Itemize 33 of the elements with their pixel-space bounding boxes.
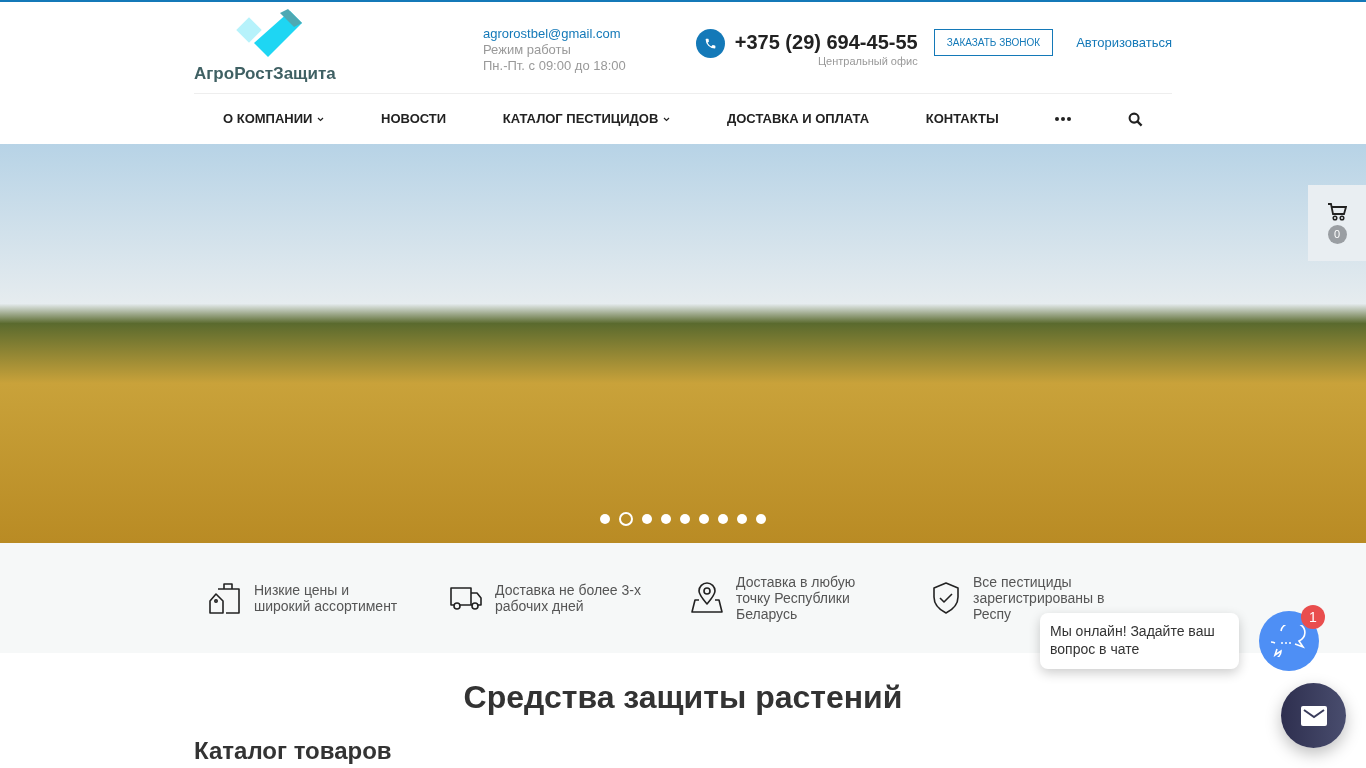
phone-number: +375 (29) 694-45-55 (734, 29, 918, 55)
chevron-down-icon (663, 116, 671, 122)
chevron-down-icon (317, 116, 325, 122)
cart-icon (1327, 202, 1347, 221)
page-title: Средства защиты растений (463, 678, 903, 717)
nav-link[interactable]: О КОМПАНИИ (223, 109, 325, 129)
hours-text: Пн.-Пт. с 09:00 до 18:00 (483, 57, 626, 74)
chat-popup: Мы онлайн! Задайте ваш вопрос в чате (1040, 613, 1239, 669)
search-icon[interactable] (1127, 111, 1143, 127)
login-link[interactable]: Авторизоваться (1076, 32, 1172, 53)
email-link[interactable]: agrorostbel@gmail.com (483, 25, 626, 42)
cart-count: 0 (1327, 224, 1347, 244)
nav-link[interactable]: КОНТАКТЫ (925, 109, 999, 129)
nav-link[interactable]: КАТАЛОГ ПЕСТИЦИДОВ (502, 109, 671, 129)
shopping-bag-tag-icon (208, 581, 242, 615)
envelope-icon (1300, 705, 1327, 726)
callback-button[interactable]: ЗАКАЗАТЬ ЗВОНОК (933, 29, 1054, 56)
nav-link[interactable]: ДОСТАВКА И ОПЛАТА (727, 109, 870, 129)
nav-link[interactable]: НОВОСТИ (381, 109, 447, 129)
section-title: Каталог товаров (194, 736, 393, 766)
hours-label: Режим работы (483, 41, 572, 58)
feature-text: Доставка в любую точку Республики Беларусь (736, 574, 857, 622)
more-icon[interactable] (1055, 117, 1072, 121)
mail-button[interactable] (1281, 683, 1346, 748)
shield-check-icon (931, 581, 961, 615)
truck-icon (449, 584, 483, 612)
feature-text: Низкие цены и широкий ассортимент (254, 582, 399, 614)
office-label: Центральный офис (817, 54, 918, 67)
map-pin-icon (690, 582, 724, 614)
company-logo[interactable]: АгроРостЗащита (194, 8, 334, 87)
feature-text: Доставка не более 3-х рабочих дней (495, 582, 642, 614)
phone-icon (695, 28, 725, 58)
logo-text: АгроРостЗащита (194, 62, 336, 85)
